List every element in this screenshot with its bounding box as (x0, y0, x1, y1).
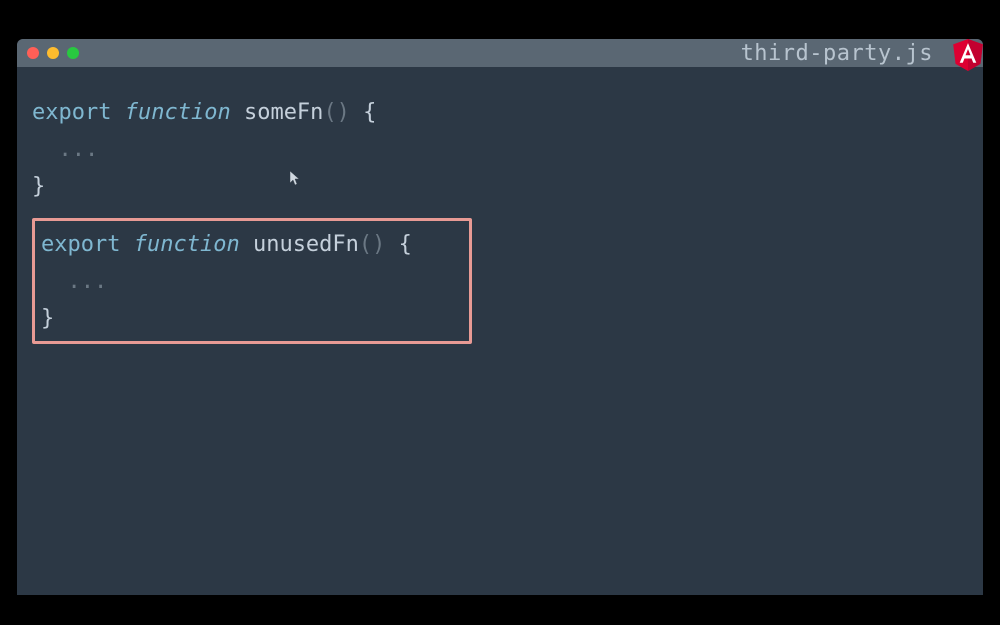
maximize-icon[interactable] (67, 47, 79, 59)
keyword-function: function (125, 100, 231, 125)
brace-open: { (350, 100, 377, 125)
minimize-icon[interactable] (47, 47, 59, 59)
keyword-export: export (41, 232, 120, 257)
code-area[interactable]: export function someFn() { ... } export … (17, 67, 983, 372)
keyword-function: function (134, 232, 240, 257)
close-icon[interactable] (27, 47, 39, 59)
code-block-1: export function someFn() { ... } (32, 95, 968, 206)
parens: () (323, 100, 350, 125)
keyword-export: export (32, 100, 111, 125)
traffic-lights (27, 47, 79, 59)
brace-close: } (32, 174, 45, 199)
function-name: unusedFn (253, 232, 359, 257)
function-body: ... (41, 269, 107, 294)
editor-window: third-party.js export function someFn() … (17, 39, 983, 595)
titlebar: third-party.js (17, 39, 983, 67)
function-name: someFn (244, 100, 323, 125)
highlighted-code-block: export function unusedFn() { ... } (32, 218, 472, 344)
function-body: ... (32, 137, 98, 162)
brace-open: { (385, 232, 412, 257)
angular-logo-icon (953, 39, 983, 71)
parens: () (359, 232, 386, 257)
brace-close: } (41, 306, 54, 331)
window-title: third-party.js (741, 41, 933, 66)
